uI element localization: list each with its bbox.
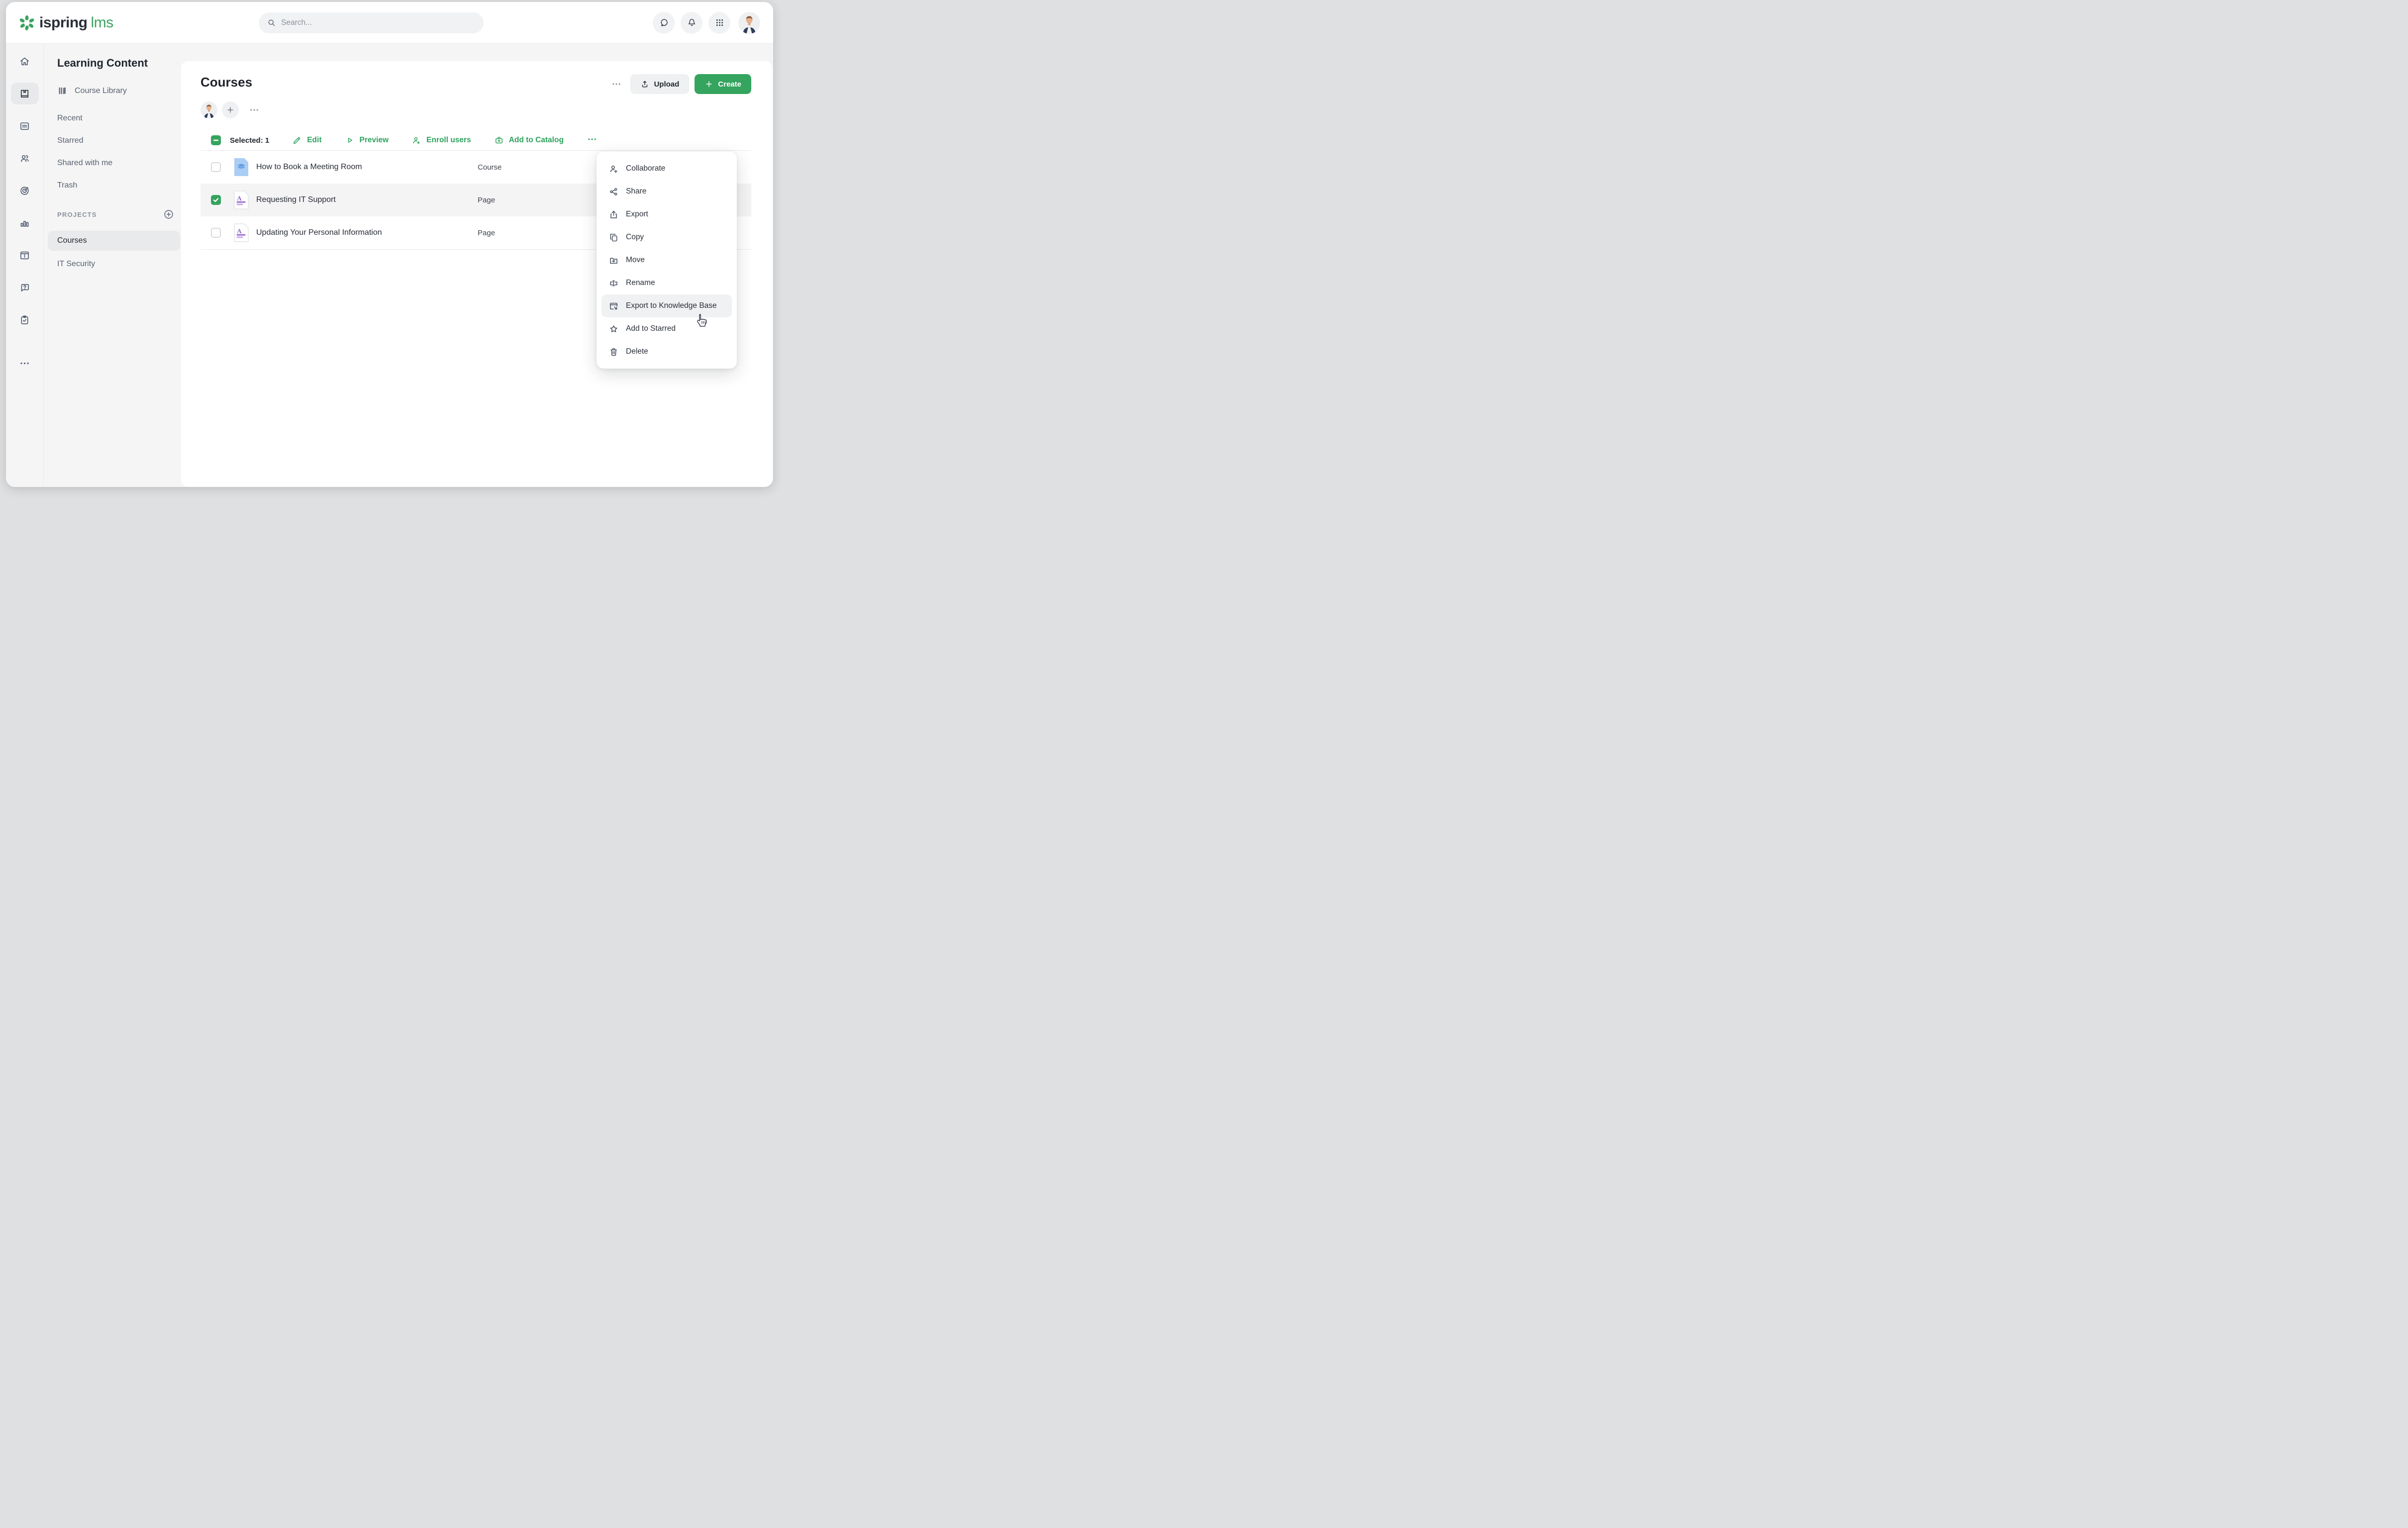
row-type: Page — [478, 229, 495, 237]
sidebar-nav: Recent Starred Shared with me Trash — [57, 114, 174, 190]
toolbar-more-button[interactable] — [587, 134, 598, 147]
context-menu-item[interactable]: Delete — [602, 340, 732, 363]
content-type-icon — [233, 157, 250, 177]
search-input[interactable] — [281, 18, 476, 27]
calendar-icon[interactable] — [11, 115, 39, 137]
owner-avatar[interactable] — [201, 101, 217, 118]
search-icon — [267, 18, 276, 27]
upload-icon — [640, 80, 649, 89]
clipboard-check-icon[interactable] — [11, 309, 39, 331]
row-checkbox[interactable] — [211, 228, 221, 238]
messages-icon[interactable] — [653, 12, 675, 34]
search-bar[interactable] — [259, 12, 484, 33]
row-type: Course — [478, 163, 502, 172]
svg-text:A: A — [237, 227, 242, 235]
brand-logo[interactable]: ispringlms — [19, 14, 259, 31]
context-menu-item[interactable]: Export — [602, 203, 732, 226]
select-all-checkbox[interactable] — [211, 135, 221, 145]
context-menu-item[interactable]: Add to Starred — [602, 317, 732, 340]
context-menu-item[interactable]: Rename — [602, 272, 732, 294]
app-window: ispringlms Learning Content — [6, 2, 773, 487]
add-project-button[interactable] — [163, 209, 174, 220]
toolbar-action[interactable]: Edit — [292, 135, 321, 145]
add-owner-button[interactable] — [222, 101, 239, 118]
content-type-icon: A — [233, 190, 250, 210]
sidebar-item[interactable]: Trash — [57, 181, 174, 190]
topbar-actions — [653, 12, 760, 34]
toolbar-action[interactable]: Preview — [345, 135, 389, 145]
target-icon[interactable] — [11, 180, 39, 201]
page-title: Courses — [201, 74, 252, 90]
ispring-flower-icon — [19, 15, 35, 31]
owner-row — [201, 101, 751, 118]
check-icon — [212, 196, 219, 203]
row-title: Requesting IT Support — [256, 195, 336, 204]
icon-rail — [6, 44, 44, 487]
toolbar-left: Selected: 1 — [211, 135, 269, 145]
context-menu-item[interactable]: Share — [602, 180, 732, 203]
notifications-icon[interactable] — [681, 12, 702, 34]
selected-count: Selected: 1 — [230, 136, 269, 145]
context-menu: Collaborate Share Export Copy Move Renam… — [597, 152, 737, 369]
create-button[interactable]: Create — [695, 74, 751, 94]
content-type-icon: A — [233, 223, 250, 243]
toolbar-action[interactable]: Add to Catalog — [494, 135, 564, 145]
sidebar: Learning Content Course Library Recent St… — [44, 44, 187, 487]
project-item[interactable]: Courses — [48, 231, 180, 251]
users-icon[interactable] — [11, 147, 39, 169]
project-item[interactable]: IT Security — [48, 254, 180, 274]
context-menu-item[interactable]: Copy — [602, 226, 732, 249]
sidebar-item[interactable]: Starred — [57, 136, 174, 145]
context-menu-item[interactable]: Collaborate — [602, 157, 732, 180]
owner-more-button[interactable] — [246, 101, 263, 118]
toolbar-action[interactable]: Enroll users — [411, 135, 471, 145]
help-bubble-icon[interactable] — [11, 277, 39, 298]
page-more-button[interactable] — [608, 76, 625, 93]
plus-icon — [704, 80, 713, 89]
row-checkbox[interactable] — [211, 195, 221, 205]
browser-info-icon[interactable] — [11, 244, 39, 266]
content-area: Learning Content Course Library Recent St… — [6, 44, 773, 487]
panel-header: Courses Upload Create — [201, 74, 751, 94]
sidebar-item-course-library[interactable]: Course Library — [57, 86, 174, 96]
svg-text:A: A — [237, 194, 242, 202]
book-icon[interactable] — [11, 83, 39, 104]
upload-button[interactable]: Upload — [630, 74, 689, 94]
context-menu-item[interactable]: Export to Knowledge Base — [602, 294, 732, 317]
brand-wordmark: ispringlms — [39, 14, 113, 31]
row-title: How to Book a Meeting Room — [256, 163, 362, 172]
context-menu-item[interactable]: Move — [602, 249, 732, 272]
projects-label: PROJECTS — [57, 211, 97, 218]
sidebar-title: Learning Content — [57, 57, 174, 70]
library-icon — [57, 86, 68, 96]
header-actions: Upload Create — [608, 74, 751, 94]
sidebar-item[interactable]: Shared with me — [57, 159, 174, 168]
indeterminate-icon — [212, 137, 219, 144]
row-type: Page — [478, 196, 495, 204]
user-avatar[interactable] — [738, 12, 760, 34]
sidebar-item[interactable]: Recent — [57, 114, 174, 123]
projects-header: PROJECTS — [57, 209, 174, 220]
home-icon[interactable] — [11, 50, 39, 72]
row-checkbox[interactable] — [211, 162, 221, 172]
selection-toolbar: Selected: 1 Edit Preview Enroll users Ad… — [201, 130, 751, 150]
top-bar: ispringlms — [6, 2, 773, 44]
chart-icon[interactable] — [11, 212, 39, 234]
row-title: Updating Your Personal Information — [256, 228, 382, 237]
apps-icon[interactable] — [708, 12, 730, 34]
rail-more-button[interactable] — [11, 352, 39, 374]
